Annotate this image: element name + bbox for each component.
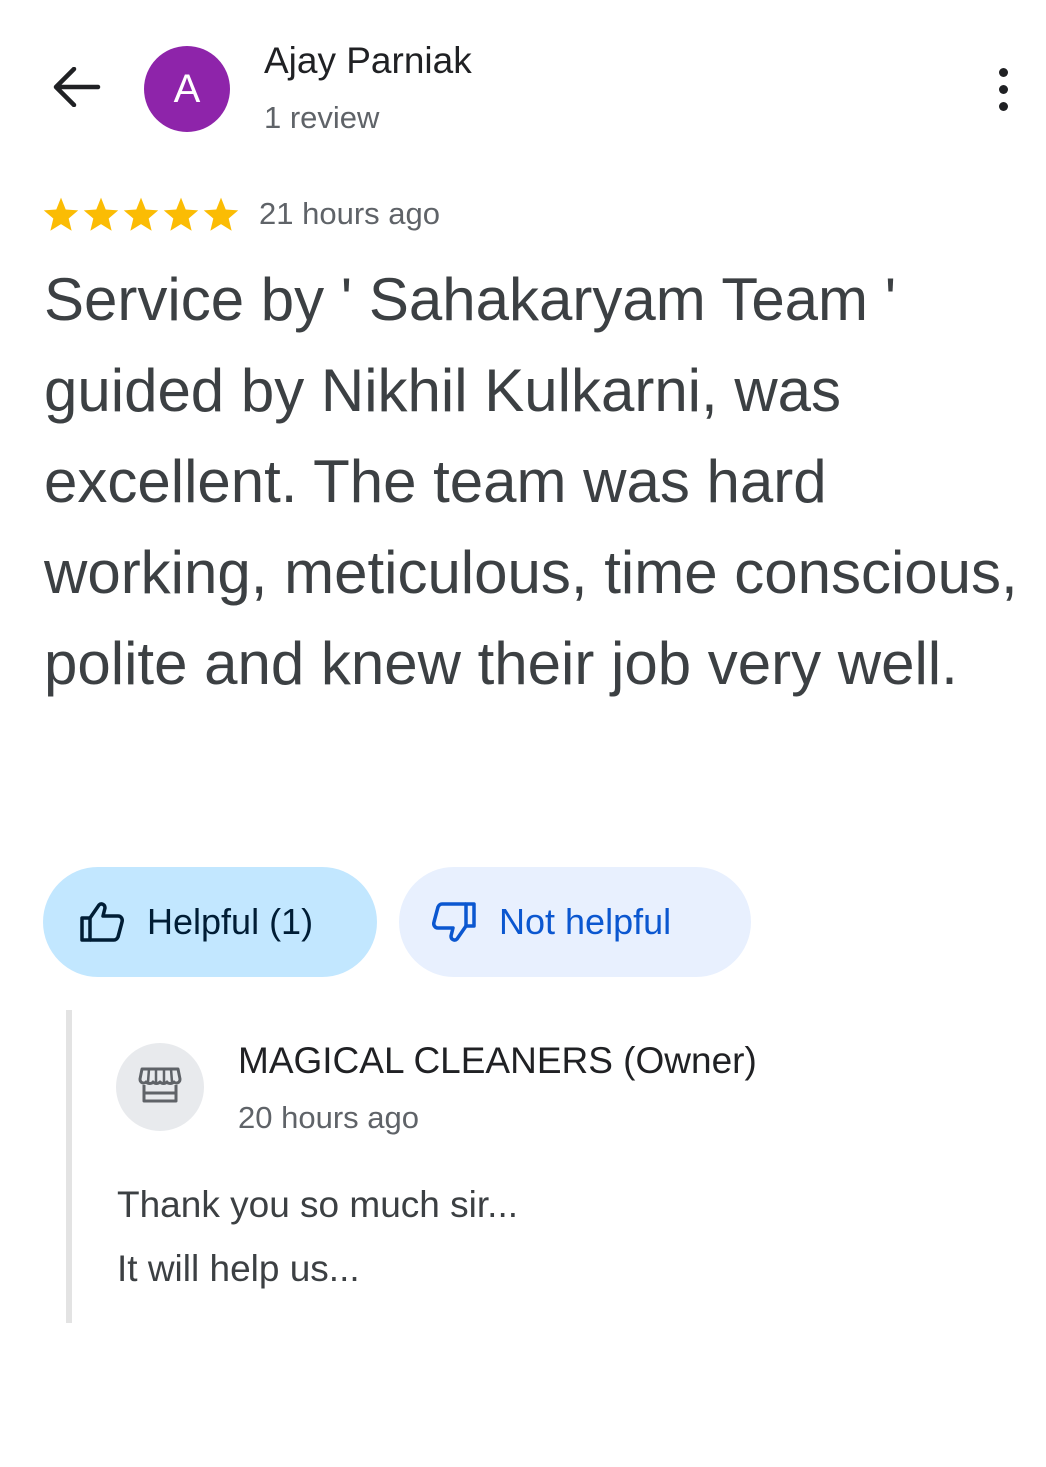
owner-response-line: Thank you so much sir... bbox=[117, 1184, 519, 1225]
helpful-label: Helpful (1) bbox=[147, 901, 314, 942]
star-icon bbox=[82, 196, 120, 232]
arrow-back-icon bbox=[52, 66, 102, 112]
helpful-button[interactable]: Helpful (1) bbox=[43, 867, 377, 977]
star-icon bbox=[162, 196, 200, 232]
reviewer-name[interactable]: Ajay Parniak bbox=[264, 40, 472, 82]
more-vert-icon bbox=[998, 67, 1008, 77]
not-helpful-label: Not helpful bbox=[499, 901, 672, 942]
review-text: Service by ' Sahakaryam Team ' guided by… bbox=[44, 266, 1018, 697]
more-options-button[interactable] bbox=[978, 58, 1028, 120]
review-detail-page: A Ajay Parniak 1 review 21 hours ago Ser… bbox=[0, 0, 1046, 1467]
review-timestamp: 21 hours ago bbox=[259, 196, 440, 231]
avatar-initial: A bbox=[173, 66, 201, 111]
star-icon bbox=[122, 196, 160, 232]
thumb-down-icon bbox=[431, 901, 477, 943]
star-icon bbox=[202, 196, 240, 232]
reviewer-avatar[interactable]: A bbox=[144, 46, 230, 132]
owner-response-divider bbox=[66, 1010, 72, 1323]
owner-name: MAGICAL CLEANERS (Owner) bbox=[238, 1040, 757, 1081]
storefront-icon bbox=[138, 1065, 182, 1110]
not-helpful-button[interactable]: Not helpful bbox=[399, 867, 751, 977]
star-icon bbox=[42, 196, 80, 232]
owner-avatar bbox=[116, 1043, 204, 1131]
star-rating bbox=[42, 196, 240, 232]
reviewer-review-count: 1 review bbox=[264, 100, 380, 135]
back-button[interactable] bbox=[48, 62, 106, 116]
owner-response-timestamp: 20 hours ago bbox=[238, 1100, 419, 1135]
thumb-up-icon bbox=[79, 901, 125, 943]
owner-response-line: It will help us... bbox=[117, 1248, 360, 1289]
